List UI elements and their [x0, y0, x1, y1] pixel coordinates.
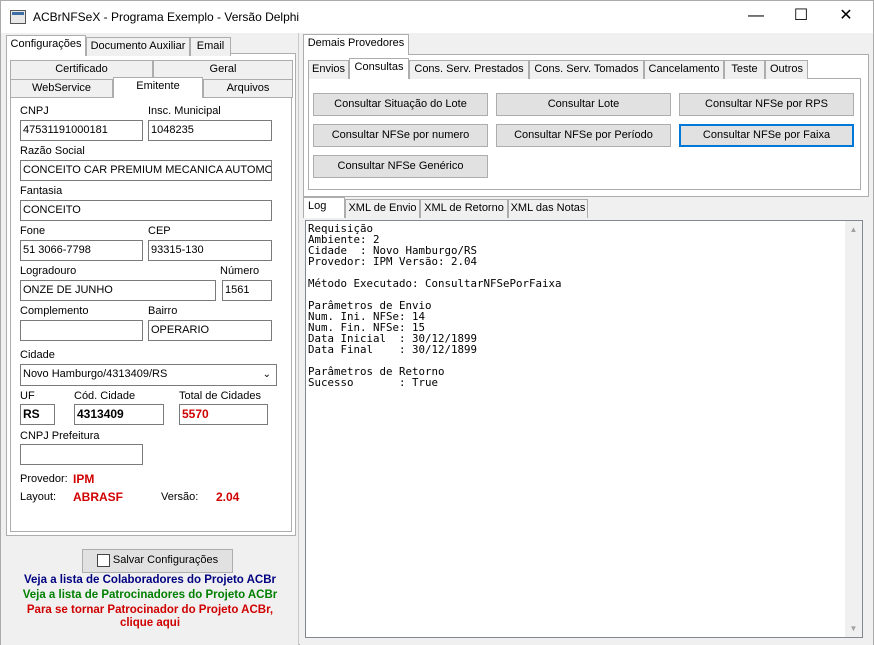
clique-aqui-link[interactable]: clique aqui [1, 617, 299, 629]
minimize-button[interactable]: — [733, 1, 779, 33]
tab-cons-serv-prestados[interactable]: Cons. Serv. Prestados [409, 60, 529, 79]
versao-value: 2.04 [216, 490, 240, 504]
total-cidades-field[interactable]: 5570 [179, 404, 268, 425]
complemento-label: Complemento [20, 305, 89, 317]
bairro-field[interactable]: OPERARIO [148, 320, 272, 341]
fone-field[interactable]: 51 3066-7798 [20, 240, 143, 261]
tab-arquivos[interactable]: Arquivos [203, 79, 293, 98]
colaboradores-link[interactable]: Veja a lista de Colaboradores do Projeto… [1, 574, 299, 586]
salvar-configuracoes-button[interactable]: Salvar Configurações [82, 549, 233, 573]
total-cidades-label: Total de Cidades [179, 390, 261, 402]
consultar-nfse-rps-button[interactable]: Consultar NFSe por RPS [679, 93, 854, 116]
cep-field[interactable]: 93315-130 [148, 240, 272, 261]
cidade-select-value: Novo Hamburgo/4313409/RS [23, 368, 168, 380]
tab-xml-retorno[interactable]: XML de Retorno [420, 199, 508, 218]
bairro-label: Bairro [148, 305, 178, 317]
cidade-label: Cidade [20, 349, 55, 361]
consultar-lote-button[interactable]: Consultar Lote [496, 93, 671, 116]
scroll-up-icon[interactable]: ▲ [845, 221, 862, 238]
uf-field[interactable]: RS [20, 404, 55, 425]
cnpj-prefeitura-label: CNPJ Prefeitura [20, 430, 100, 442]
razao-social-field[interactable]: CONCEITO CAR PREMIUM MECANICA AUTOMOTIVA [20, 160, 272, 181]
consultar-nfse-numero-button[interactable]: Consultar NFSe por numero [313, 124, 488, 147]
tab-outros[interactable]: Outros [765, 60, 808, 79]
salvar-configuracoes-label: Salvar Configurações [112, 554, 219, 566]
layout-value: ABRASF [73, 490, 123, 504]
tab-email[interactable]: Email [190, 37, 231, 56]
provedor-label: Provedor: [20, 473, 68, 485]
cep-label: CEP [148, 225, 171, 237]
tab-xml-envio[interactable]: XML de Envio [345, 199, 420, 218]
fantasia-label: Fantasia [20, 185, 63, 197]
fone-label: Fone [20, 225, 46, 237]
cnpj-field[interactable]: 47531191000181 [20, 120, 143, 141]
razao-social-label: Razão Social [20, 145, 85, 157]
logradouro-field[interactable]: ONZE DE JUNHO [20, 280, 216, 301]
tab-configuracoes[interactable]: Configurações [6, 35, 86, 56]
log-scrollbar[interactable]: ▲ ▼ [845, 221, 862, 637]
tab-demais-provedores[interactable]: Demais Provedores [303, 34, 409, 55]
consultar-situacao-lote-button[interactable]: Consultar Situação do Lote [313, 93, 488, 116]
logradouro-label: Logradouro [20, 265, 77, 277]
app-icon [10, 10, 26, 24]
cnpj-prefeitura-field[interactable] [20, 444, 143, 465]
tornar-patrocinador-link[interactable]: Para se tornar Patrocinador do Projeto A… [1, 604, 299, 616]
maximize-button[interactable]: ☐ [778, 1, 824, 33]
tab-teste[interactable]: Teste [724, 60, 765, 79]
tab-envios[interactable]: Envios [308, 60, 349, 79]
insc-municipal-field[interactable]: 1048235 [148, 120, 272, 141]
uf-label: UF [20, 390, 35, 402]
chevron-down-icon: ⌄ [262, 369, 271, 380]
tab-webservice[interactable]: WebService [10, 79, 113, 98]
patrocinadores-link[interactable]: Veja a lista de Patrocinadores do Projet… [1, 589, 299, 601]
save-icon [96, 553, 110, 567]
insc-municipal-label: Insc. Municipal [148, 105, 221, 117]
tab-cancelamento[interactable]: Cancelamento [644, 60, 724, 79]
tab-xml-notas[interactable]: XML das Notas [508, 199, 588, 218]
consultar-nfse-generico-button[interactable]: Consultar NFSe Genérico [313, 155, 488, 178]
app-window: ACBrNFSeX - Programa Exemplo - Versão De… [0, 0, 874, 645]
close-button[interactable]: ✕ [823, 1, 869, 33]
tab-consultas[interactable]: Consultas [349, 58, 409, 79]
numero-field[interactable]: 1561 [222, 280, 272, 301]
title-bar: ACBrNFSeX - Programa Exemplo - Versão De… [1, 1, 873, 33]
log-textarea[interactable]: Requisição Ambiente: 2 Cidade : Novo Ham… [305, 220, 863, 638]
numero-label: Número [220, 265, 260, 277]
window-title: ACBrNFSeX - Programa Exemplo - Versão De… [33, 10, 300, 24]
tab-log[interactable]: Log [303, 197, 345, 218]
versao-label: Versão: [161, 491, 199, 503]
tab-emitente[interactable]: Emitente [113, 77, 203, 98]
fantasia-field[interactable]: CONCEITO [20, 200, 272, 221]
consultar-nfse-periodo-button[interactable]: Consultar NFSe por Período [496, 124, 671, 147]
provedor-value: IPM [73, 472, 95, 486]
cidade-select[interactable]: Novo Hamburgo/4313409/RS ⌄ [20, 364, 277, 386]
scroll-down-icon[interactable]: ▼ [845, 620, 862, 637]
cnpj-label: CNPJ [20, 105, 49, 117]
cod-cidade-label: Cód. Cidade [74, 390, 136, 402]
complemento-field[interactable] [20, 320, 143, 341]
log-text: Requisição Ambiente: 2 Cidade : Novo Ham… [308, 222, 562, 389]
cod-cidade-field[interactable]: 4313409 [74, 404, 164, 425]
tab-cons-serv-tomados[interactable]: Cons. Serv. Tomados [529, 60, 644, 79]
tab-documento-auxiliar[interactable]: Documento Auxiliar [86, 37, 190, 56]
consultar-nfse-faixa-button[interactable]: Consultar NFSe por Faixa [679, 124, 854, 147]
layout-label: Layout: [20, 491, 57, 503]
